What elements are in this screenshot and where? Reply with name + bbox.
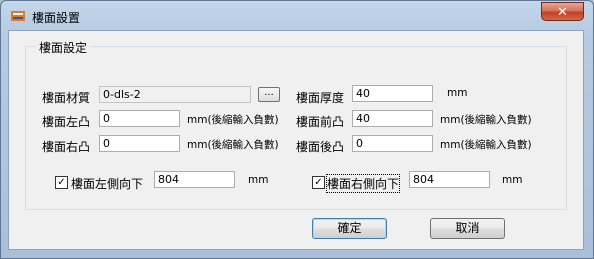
thickness-input[interactable]: 40	[352, 85, 433, 102]
back-protrusion-input[interactable]: 0	[352, 135, 433, 152]
ok-button[interactable]: 確定	[312, 218, 387, 239]
group-title: 樓面設定	[36, 39, 91, 56]
left-side-down-label[interactable]: 樓面左側向下	[71, 175, 143, 192]
material-field: 0-dls-2	[99, 86, 251, 103]
front-protrusion-input[interactable]: 40	[352, 110, 433, 127]
right-protrusion-unit: mm(後縮輸入負數)	[187, 139, 279, 151]
thickness-label: 樓面厚度	[296, 91, 345, 105]
right-side-down-unit: mm	[502, 174, 523, 186]
right-protrusion-input[interactable]: 0	[99, 135, 180, 152]
left-side-down-input[interactable]: 804	[154, 171, 235, 188]
cancel-button[interactable]: 取消	[430, 218, 505, 239]
thickness-unit: mm	[447, 87, 468, 99]
title-bar[interactable]: 樓面設置 ✕	[1, 1, 593, 31]
front-protrusion-label: 樓面前凸	[296, 115, 345, 129]
window-title: 樓面設置	[32, 11, 81, 25]
left-protrusion-label: 樓面左凸	[42, 115, 91, 129]
close-icon: ✕	[557, 5, 568, 20]
left-protrusion-input[interactable]: 0	[99, 110, 180, 127]
close-button[interactable]: ✕	[541, 2, 584, 21]
left-side-down-checkbox[interactable]: ✓	[55, 176, 68, 189]
back-protrusion-label: 樓面後凸	[296, 140, 345, 154]
right-protrusion-label: 樓面右凸	[42, 140, 91, 154]
left-side-down-unit: mm	[248, 174, 269, 186]
right-side-down-checkbox[interactable]: ✓	[312, 176, 325, 189]
back-protrusion-unit: mm(後縮輸入負數)	[440, 139, 532, 151]
app-icon	[11, 11, 25, 21]
material-label: 樓面材質	[42, 91, 91, 105]
right-side-down-label[interactable]: 樓面右側向下	[325, 174, 401, 193]
left-protrusion-unit: mm(後縮輸入負數)	[187, 114, 279, 126]
right-side-down-input[interactable]: 804	[409, 171, 490, 188]
front-protrusion-unit: mm(後縮輸入負數)	[440, 114, 532, 126]
browse-material-button[interactable]: ...	[258, 87, 280, 102]
